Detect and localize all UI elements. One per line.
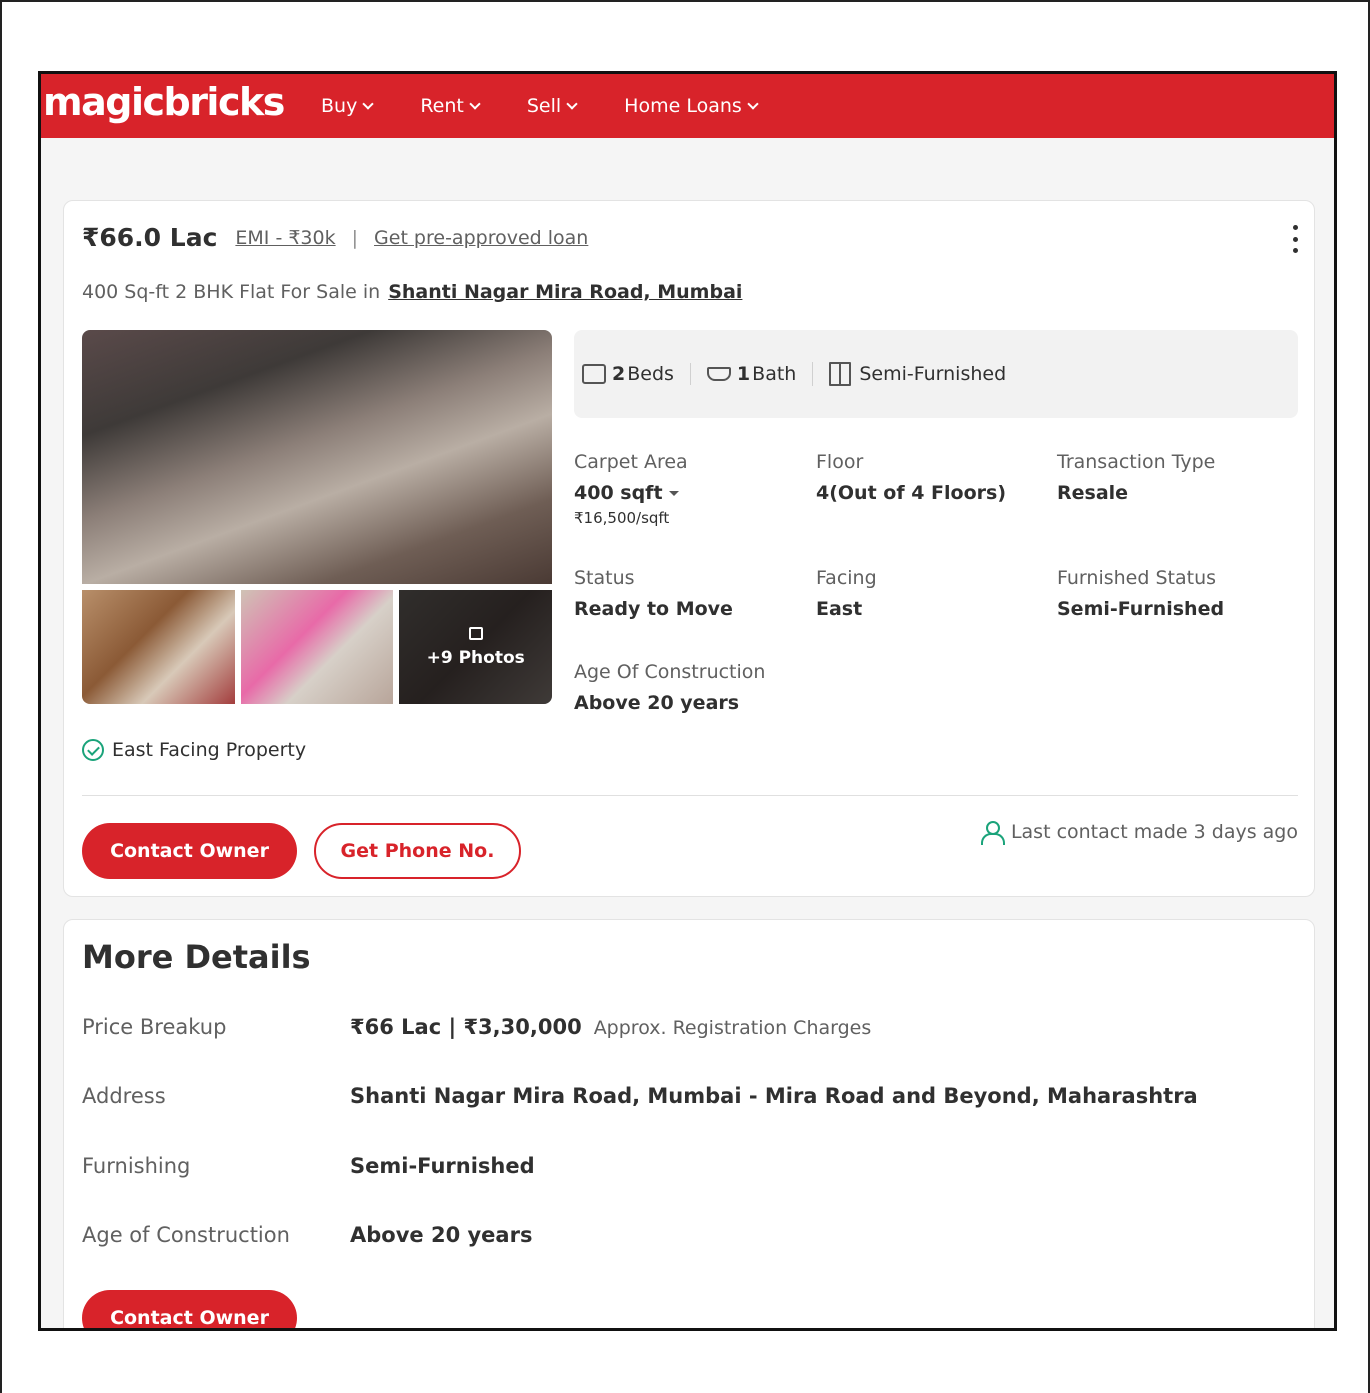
- check-circle-icon: [82, 739, 104, 761]
- contact-owner-button[interactable]: Contact Owner: [82, 823, 297, 879]
- more-photos-overlay: +9 Photos: [399, 590, 553, 704]
- price-breakup-label: Price Breakup: [82, 1015, 227, 1039]
- registration-charges-note: Approx. Registration Charges: [593, 1017, 872, 1039]
- property-card: ₹66.0 Lac EMI - ₹30k | Get pre-approved …: [63, 200, 1315, 897]
- get-phone-button[interactable]: Get Phone No.: [314, 823, 521, 879]
- age-of-construction-label: Age of Construction: [82, 1223, 290, 1247]
- user-icon: [980, 821, 1005, 845]
- age-value: Above 20 years: [574, 692, 740, 714]
- location-link[interactable]: Shanti Nagar Mira Road, Mumbai: [388, 281, 742, 303]
- facing-detail: Facing East: [816, 567, 877, 620]
- status-value: Ready to Move: [574, 598, 733, 620]
- contact-owner-button-secondary[interactable]: Contact Owner: [82, 1290, 297, 1328]
- more-photos-thumbnail[interactable]: +9 Photos: [399, 590, 553, 704]
- last-contact-text: Last contact made 3 days ago: [1010, 821, 1298, 843]
- nav-buy[interactable]: Buy: [321, 95, 374, 117]
- thumbnail-photo[interactable]: [82, 590, 235, 704]
- bath-label: Bath: [752, 363, 797, 385]
- furnished-status-label: Furnished Status: [1057, 567, 1217, 589]
- main-property-photo[interactable]: [82, 330, 552, 584]
- price-per-sqft: ₹16,500/sqft: [574, 509, 670, 527]
- status-detail: Status Ready to Move: [574, 567, 733, 620]
- furnishing-label: Semi-Furnished: [859, 363, 1007, 385]
- magicbricks-logo[interactable]: magicbricks: [43, 80, 285, 124]
- facing-label: Facing: [816, 567, 877, 589]
- nav-home-loans-label: Home Loans: [624, 95, 742, 117]
- more-details-title: More Details: [82, 938, 311, 976]
- age-of-construction-value: Above 20 years: [350, 1223, 533, 1247]
- nav-buy-label: Buy: [321, 95, 358, 117]
- price-row: ₹66.0 Lac EMI - ₹30k | Get pre-approved …: [82, 223, 588, 252]
- age-of-construction-row: Age of Construction Above 20 years: [82, 1223, 532, 1247]
- facing-value: East: [816, 598, 863, 620]
- top-navigation-bar: magicbricks Buy Rent Sell Home Loans: [41, 74, 1334, 138]
- address-label: Address: [82, 1084, 166, 1108]
- more-options-icon[interactable]: [1292, 225, 1298, 253]
- image-icon: [468, 626, 483, 640]
- age-of-construction-detail: Age Of Construction Above 20 years: [574, 661, 765, 714]
- photo-thumbnails: +9 Photos: [82, 590, 553, 704]
- nav-rent-label: Rent: [420, 95, 464, 117]
- furniture-icon: [829, 362, 852, 386]
- chevron-down-icon: [747, 97, 759, 110]
- beds-count: 2: [612, 363, 626, 385]
- floor-label: Floor: [816, 451, 864, 473]
- transaction-type-detail: Transaction Type Resale: [1057, 451, 1215, 504]
- property-price: ₹66.0 Lac: [82, 223, 218, 252]
- feature-beds: 2 Beds: [582, 363, 690, 385]
- address-row: Address Shanti Nagar Mira Road, Mumbai -…: [82, 1084, 1198, 1108]
- furnishing-value: Semi-Furnished: [350, 1154, 535, 1178]
- feature-bath: 1 Bath: [689, 363, 812, 385]
- carpet-area-detail: Carpet Area 400 sqft ₹16,500/sqft: [574, 451, 688, 527]
- bath-icon: [706, 367, 731, 381]
- chevron-down-icon: [566, 97, 578, 110]
- feature-furnishing: Semi-Furnished: [812, 362, 1022, 386]
- furnished-status-value: Semi-Furnished: [1057, 598, 1225, 620]
- bed-icon: [582, 364, 606, 384]
- divider: [82, 795, 1298, 796]
- property-subtitle: 400 Sq-ft 2 BHK Flat For Sale in Shanti N…: [82, 281, 742, 303]
- carpet-area-label: Carpet Area: [574, 451, 688, 473]
- nav-rent[interactable]: Rent: [420, 95, 481, 117]
- carpet-area-text: 400 sqft: [574, 482, 663, 504]
- separator: |: [351, 226, 359, 249]
- emi-link[interactable]: EMI - ₹30k: [235, 227, 335, 249]
- caret-down-icon: [668, 491, 679, 496]
- thumbnail-photo[interactable]: [240, 590, 394, 704]
- pre-approved-loan-link[interactable]: Get pre-approved loan: [374, 227, 588, 249]
- floor-detail: Floor 4(Out of 4 Floors): [816, 451, 1006, 504]
- more-details-card: More Details Price Breakup ₹66 Lac | ₹3,…: [63, 919, 1315, 1328]
- main-nav: Buy Rent Sell Home Loans: [321, 74, 805, 138]
- furnished-status-detail: Furnished Status Semi-Furnished: [1057, 567, 1224, 620]
- property-summary: 400 Sq-ft 2 BHK Flat For Sale in: [82, 281, 381, 303]
- furnishing-label: Furnishing: [82, 1154, 191, 1178]
- transaction-type-label: Transaction Type: [1057, 451, 1216, 473]
- chevron-down-icon: [362, 97, 374, 110]
- nav-sell-label: Sell: [526, 95, 562, 117]
- status-label: Status: [574, 567, 635, 589]
- floor-value: 4(Out of 4 Floors): [816, 482, 1007, 504]
- feature-summary: 2 Beds 1 Bath Semi-Furnished: [574, 330, 1298, 418]
- bath-count: 1: [736, 363, 751, 385]
- transaction-type-value: Resale: [1057, 482, 1129, 504]
- furnishing-row: Furnishing Semi-Furnished: [82, 1154, 535, 1178]
- highlight-text: East Facing Property: [112, 739, 307, 761]
- nav-sell[interactable]: Sell: [526, 95, 578, 117]
- more-photos-label: +9 Photos: [426, 647, 525, 668]
- age-label: Age Of Construction: [574, 661, 766, 683]
- price-breakup-value: ₹66 Lac | ₹3,30,000: [350, 1015, 582, 1039]
- carpet-area-value[interactable]: 400 sqft: [574, 482, 688, 504]
- browser-viewport: magicbricks Buy Rent Sell Home Loans ₹66…: [38, 71, 1337, 1331]
- last-contact-info: Last contact made 3 days ago: [980, 821, 1298, 845]
- price-breakup-row: Price Breakup ₹66 Lac | ₹3,30,000 Approx…: [82, 1015, 871, 1039]
- chevron-down-icon: [469, 97, 481, 110]
- beds-label: Beds: [627, 363, 674, 385]
- address-value: Shanti Nagar Mira Road, Mumbai - Mira Ro…: [350, 1084, 1198, 1108]
- property-highlight: East Facing Property: [82, 739, 306, 761]
- nav-home-loans[interactable]: Home Loans: [624, 95, 759, 117]
